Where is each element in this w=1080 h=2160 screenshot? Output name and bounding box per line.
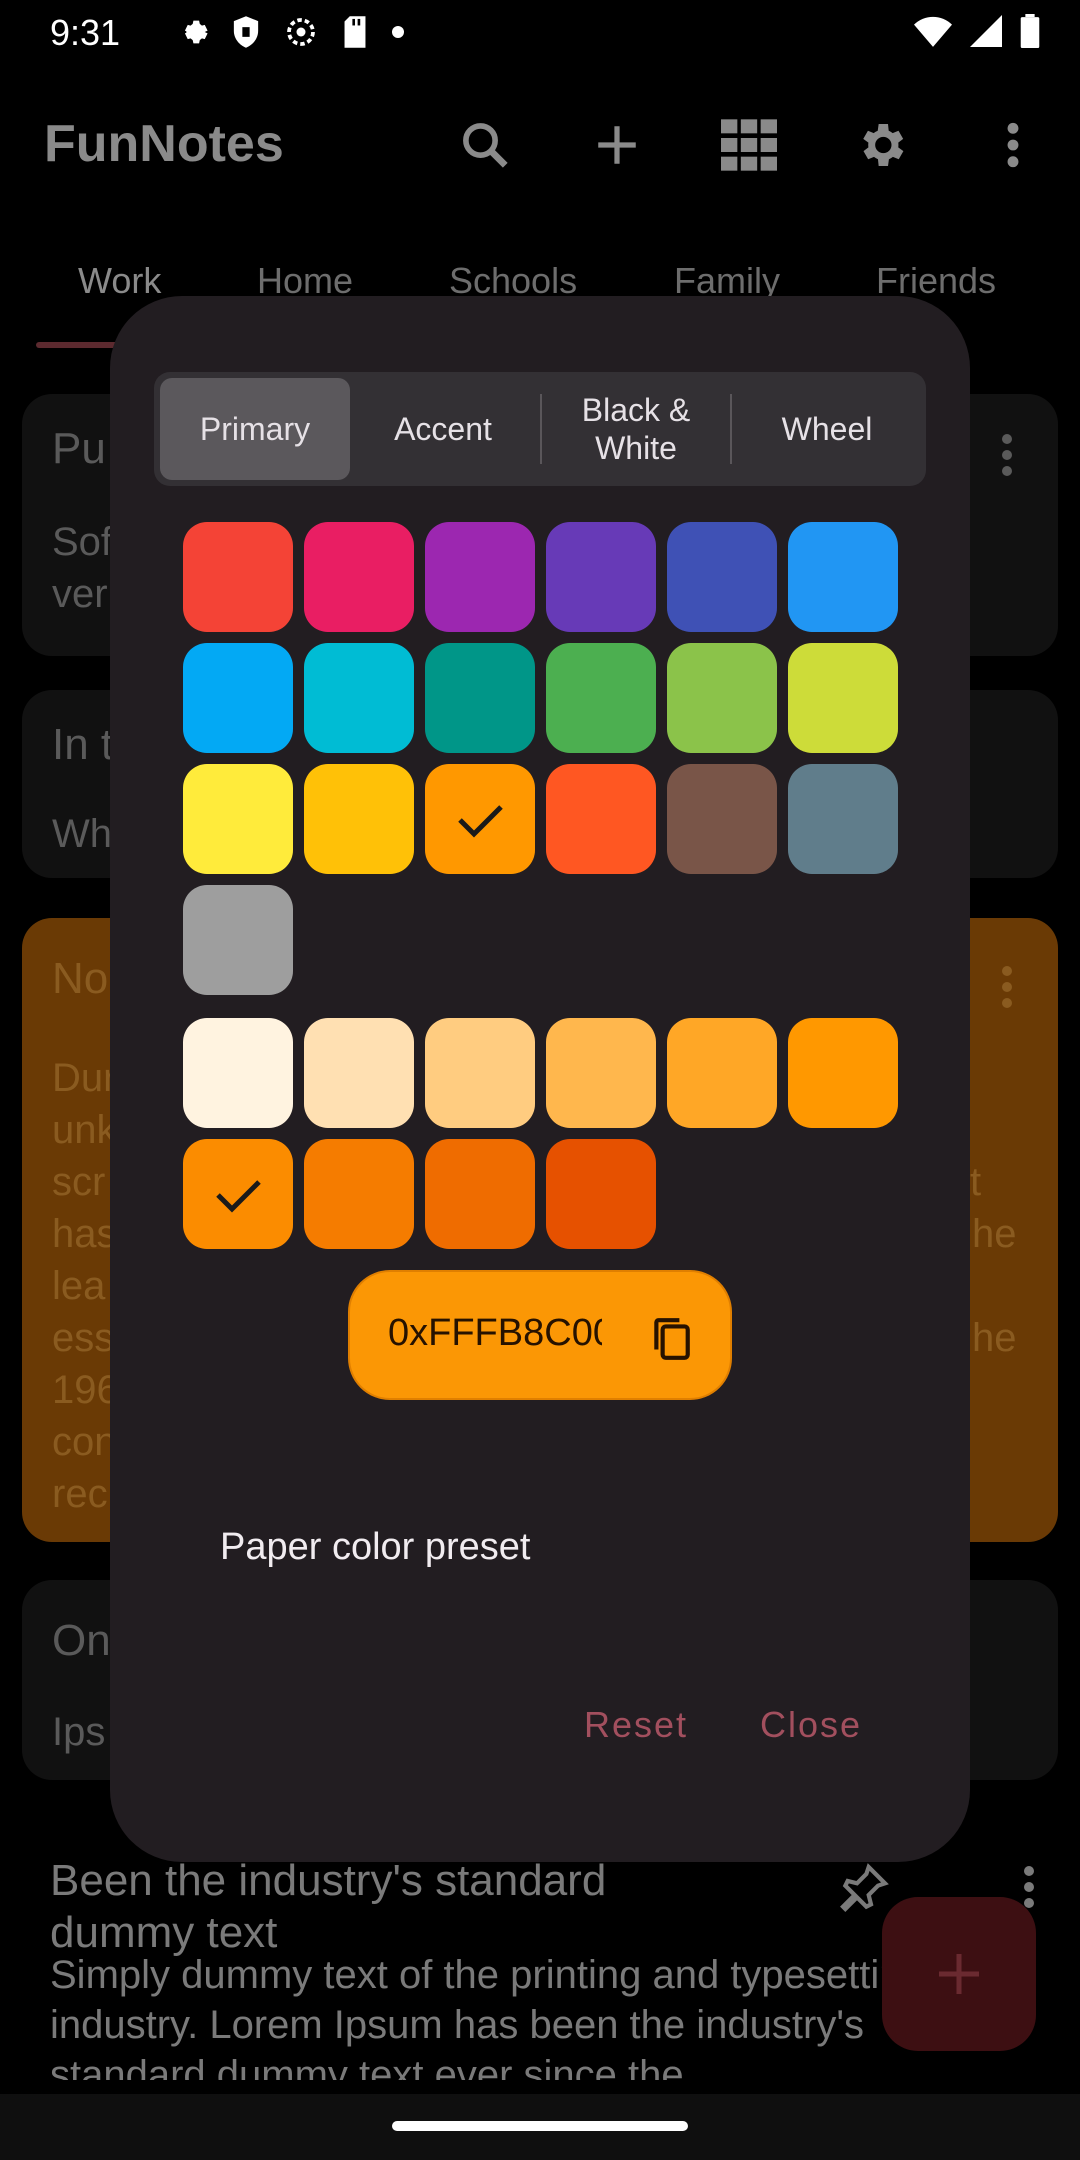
note-body-line: lea — [52, 1264, 106, 1308]
note-body-fragment: t — [970, 1160, 982, 1204]
battery-icon — [1020, 14, 1040, 48]
sd-card-icon — [344, 16, 366, 48]
grid-icon[interactable] — [714, 110, 784, 180]
color-picker-dialog: Primary Accent Black & White Wheel 0xFFF… — [110, 296, 970, 1862]
note-body-line: scr — [52, 1160, 106, 1204]
note-body-line: Dur — [52, 1056, 117, 1100]
shade-color-swatch[interactable] — [304, 1139, 414, 1249]
signal-icon — [970, 15, 1002, 47]
paper-color-preset-label: Paper color preset — [220, 1526, 531, 1568]
settings-icon[interactable] — [846, 110, 916, 180]
shade-color-swatch[interactable] — [546, 1139, 656, 1249]
note-body-line: con — [52, 1420, 117, 1464]
gear-icon — [184, 20, 208, 44]
note-body-line: Ips — [52, 1710, 106, 1754]
more-vert-icon[interactable] — [978, 110, 1048, 180]
copy-icon[interactable] — [650, 1316, 692, 1362]
note-title: On — [52, 1616, 111, 1665]
note-body-fragment: he — [972, 1316, 1017, 1360]
close-button[interactable]: Close — [760, 1704, 862, 1746]
shade-color-swatch[interactable] — [304, 1018, 414, 1128]
shade-color-swatch[interactable] — [667, 1018, 777, 1128]
app-title: FunNotes — [44, 115, 284, 173]
status-bar: 9:31 — [0, 0, 1080, 66]
more-vert-icon[interactable] — [1024, 1860, 1040, 1914]
more-vert-icon[interactable] — [1002, 960, 1018, 1014]
note-body: Simply dummy text of the printing and ty… — [50, 1953, 924, 2080]
add-icon[interactable] — [582, 110, 652, 180]
note-title: Been the industry's standard dummy text — [50, 1856, 607, 1957]
hex-value: 0xFFFB8C00 — [388, 1312, 602, 1354]
status-icons-left — [175, 14, 405, 50]
status-icons-right — [914, 14, 1040, 48]
dot-icon — [392, 26, 404, 38]
shade-color-swatch[interactable] — [425, 1139, 535, 1249]
note-body-line: 196 — [52, 1368, 119, 1412]
note-body-line: rec — [52, 1472, 108, 1516]
note-body-line: Sof — [52, 520, 113, 564]
hex-code-field[interactable]: 0xFFFB8C00 — [348, 1270, 732, 1400]
status-time: 9:31 — [50, 12, 121, 53]
note-title: No — [52, 954, 109, 1003]
reset-button[interactable]: Reset — [584, 1704, 688, 1746]
note-body-line: Wh — [52, 812, 112, 856]
note-body-line: unk — [52, 1108, 117, 1152]
note-title: Pu — [52, 424, 106, 473]
shade-color-swatch[interactable] — [788, 1018, 898, 1128]
shade-color-swatch[interactable] — [546, 1018, 656, 1128]
app-bar: FunNotes — [0, 80, 1080, 210]
more-vert-icon[interactable] — [1002, 428, 1018, 482]
search-icon[interactable] — [450, 110, 520, 180]
shield-icon — [233, 16, 259, 48]
gear-outline-icon — [287, 18, 315, 46]
wifi-icon — [914, 16, 952, 47]
home-gesture-handle[interactable] — [392, 2121, 688, 2131]
shade-color-swatch[interactable] — [183, 1018, 293, 1128]
add-icon — [939, 1954, 979, 1994]
note-title: In t — [52, 720, 114, 769]
note-body-line: ver — [52, 572, 108, 616]
note-body-fragment: he — [972, 1212, 1017, 1256]
shade-color-swatch[interactable] — [183, 1139, 293, 1249]
note-body-line: ess — [52, 1316, 115, 1360]
shade-color-swatch[interactable] — [425, 1018, 535, 1128]
pin-icon[interactable] — [836, 1860, 892, 1916]
note-body-line: has — [52, 1212, 117, 1256]
navigation-bar — [0, 2094, 1080, 2160]
add-note-fab[interactable] — [882, 1897, 1036, 2051]
check-icon — [216, 1180, 261, 1213]
shade-color-grid — [110, 296, 970, 1296]
